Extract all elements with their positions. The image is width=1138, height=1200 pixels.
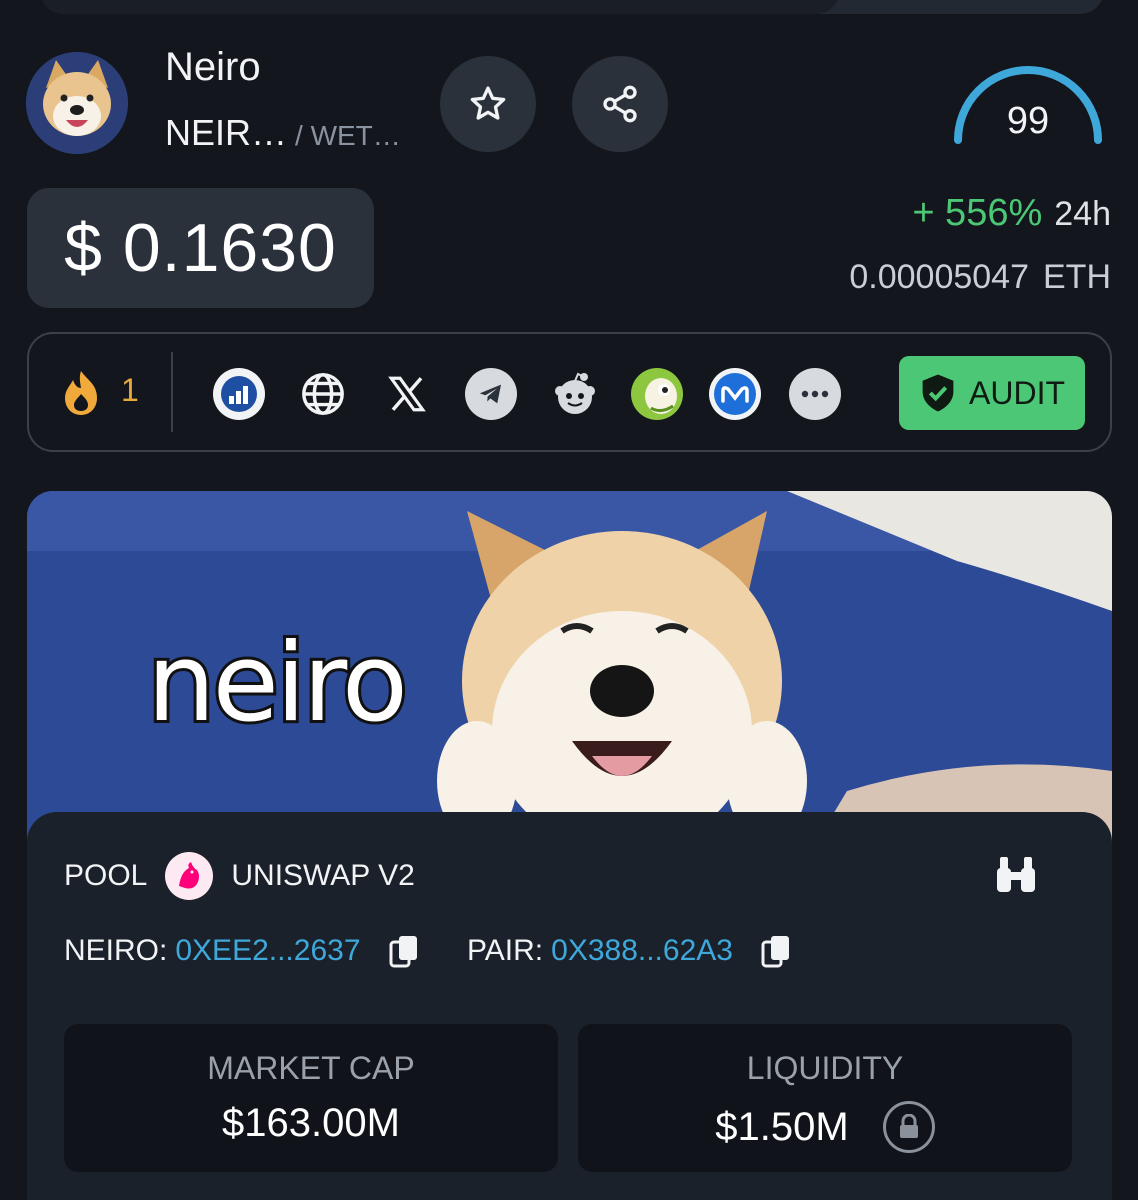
price-usd: $ 0.1630	[64, 210, 337, 286]
coingecko-icon[interactable]	[631, 368, 683, 420]
copy-icon[interactable]	[761, 934, 791, 968]
token-pair: NEIR… / WET…	[165, 112, 401, 154]
pair-address-row: PAIR: 0X388...62A3	[467, 934, 791, 968]
liquidity-value: $1.50M	[715, 1104, 849, 1149]
links-bar: 1 AUDIT	[27, 332, 1112, 452]
market-cap-value: $163.00M	[222, 1101, 400, 1145]
quote-symbol: / WET…	[295, 120, 401, 151]
market-cap-value-row: $163.00M	[64, 1101, 558, 1146]
audit-button[interactable]: AUDIT	[899, 356, 1085, 430]
liquidity-value-row: $1.50M	[578, 1101, 1072, 1153]
token-address[interactable]: 0XEE2...2637	[175, 934, 360, 968]
native-price-symbol: ETH	[1043, 258, 1111, 296]
share-icon	[603, 85, 637, 123]
pool-label: POOL	[64, 859, 148, 892]
reddit-icon[interactable]	[549, 368, 601, 420]
share-button[interactable]	[572, 56, 668, 152]
top-bar-fill	[40, 0, 840, 14]
dex-name: UNISWAP V2	[231, 859, 415, 892]
boost-count: 1	[121, 372, 139, 408]
audit-label: AUDIT	[969, 374, 1065, 411]
market-cap-card: MARKET CAP $163.00M	[64, 1024, 558, 1172]
top-search-bar[interactable]	[40, 0, 1104, 14]
liquidity-card: LIQUIDITY $1.50M	[578, 1024, 1072, 1172]
copy-icon[interactable]	[389, 934, 419, 968]
binoculars-icon[interactable]	[993, 854, 1039, 894]
price-change-row: + 556% 24h	[912, 192, 1111, 235]
x-icon[interactable]	[381, 368, 433, 420]
price-change: + 556%	[912, 192, 1043, 234]
coinmarketcap-icon[interactable]	[709, 368, 761, 420]
pair-address-label: PAIR:	[467, 934, 544, 967]
favorite-button[interactable]	[440, 56, 536, 152]
banner-text: neiro	[144, 618, 411, 749]
native-price-value: 0.00005047	[849, 258, 1029, 296]
globe-icon[interactable]	[297, 368, 349, 420]
more-icon[interactable]	[789, 368, 841, 420]
star-icon	[470, 86, 506, 120]
score-value: 99	[1006, 100, 1050, 142]
native-price: 0.00005047 ETH	[849, 258, 1111, 297]
links-divider	[171, 352, 173, 432]
pool-row: POOL UNISWAP V2	[64, 852, 415, 900]
shield-check-icon	[922, 374, 954, 412]
flame-icon[interactable]	[57, 368, 105, 418]
liquidity-label: LIQUIDITY	[746, 1050, 904, 1086]
token-avatar	[26, 52, 128, 154]
lock-icon[interactable]	[882, 1101, 935, 1153]
uniswap-icon	[165, 852, 214, 900]
coinmarketcap-chart-icon[interactable]	[213, 368, 265, 420]
pair-address[interactable]: 0X388...62A3	[551, 934, 733, 968]
token-address-label: NEIRO:	[64, 934, 168, 967]
token-symbol: NEIR…	[165, 112, 288, 153]
token-address-row: NEIRO: 0XEE2...2637	[64, 934, 419, 968]
market-cap-label: MARKET CAP	[207, 1050, 415, 1086]
price-period: 24h	[1054, 195, 1111, 233]
token-name: Neiro	[165, 45, 261, 89]
price-box: $ 0.1630	[27, 188, 374, 308]
pool-card: POOL UNISWAP V2 NEIRO: 0XEE2...2637 PAIR…	[27, 812, 1112, 1200]
telegram-icon[interactable]	[465, 368, 517, 420]
